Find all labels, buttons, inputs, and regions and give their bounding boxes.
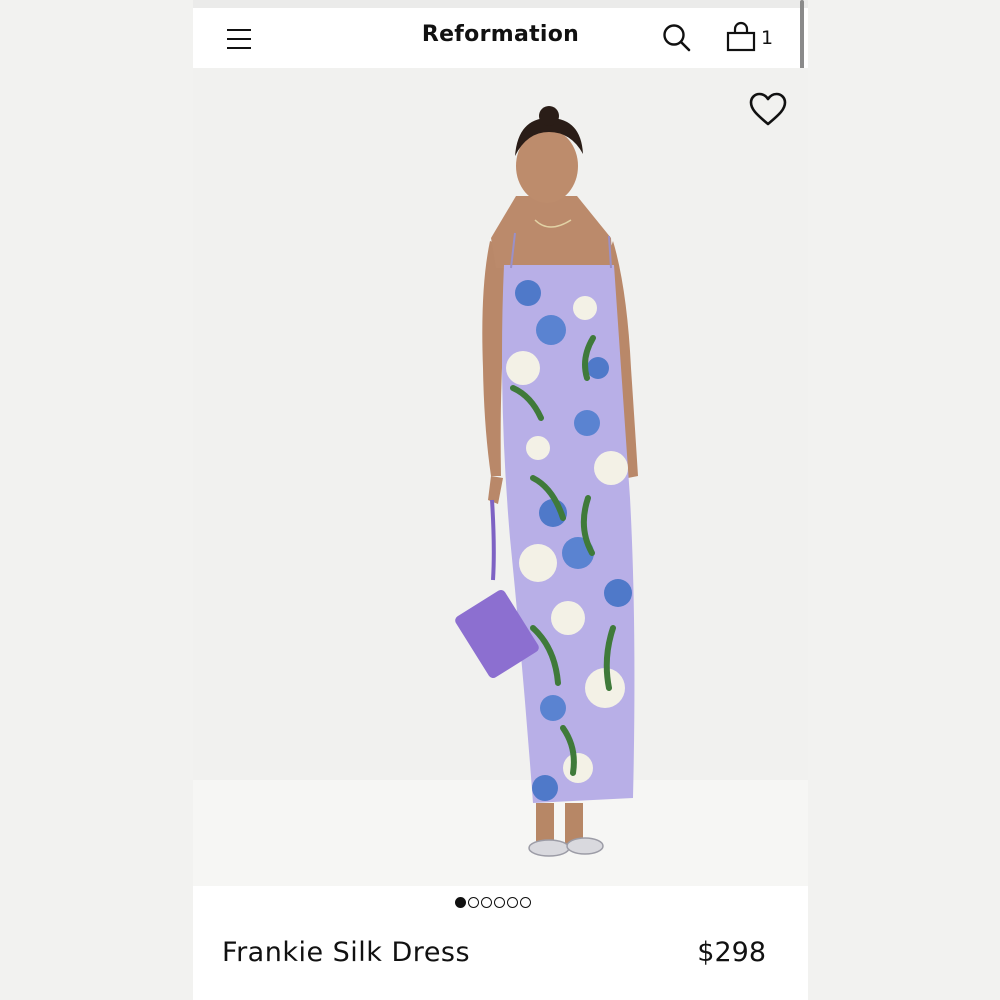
search-icon xyxy=(663,24,691,52)
brand-logo[interactable]: Reformation xyxy=(193,22,808,47)
product-image[interactable] xyxy=(193,68,808,886)
gallery-dot-1[interactable] xyxy=(455,897,466,908)
cart-button[interactable]: 1 xyxy=(723,20,779,56)
gallery-dot-3[interactable] xyxy=(481,897,492,908)
model-photo xyxy=(193,68,808,886)
menu-button[interactable] xyxy=(223,22,259,54)
product-price: $298 xyxy=(697,937,766,968)
product-name: Frankie Silk Dress xyxy=(222,937,471,968)
gallery-dot-5[interactable] xyxy=(507,897,518,908)
status-strip xyxy=(193,0,808,8)
shopping-bag-icon xyxy=(726,21,756,52)
gallery-dot-2[interactable] xyxy=(468,897,479,908)
hamburger-menu-icon xyxy=(227,29,251,31)
mobile-page: Reformation 1 Frankie Silk Dress $298 xyxy=(193,0,808,1000)
wishlist-button[interactable] xyxy=(748,92,788,128)
cart-count-badge: 1 xyxy=(761,27,774,49)
left-backdrop xyxy=(0,0,193,1000)
gallery-pagination xyxy=(455,897,531,913)
gallery-dot-6[interactable] xyxy=(520,897,531,908)
gallery-dot-4[interactable] xyxy=(494,897,505,908)
heart-icon xyxy=(749,92,787,126)
site-header: Reformation 1 xyxy=(193,8,808,68)
search-button[interactable] xyxy=(659,20,695,56)
right-backdrop xyxy=(808,0,1000,1000)
